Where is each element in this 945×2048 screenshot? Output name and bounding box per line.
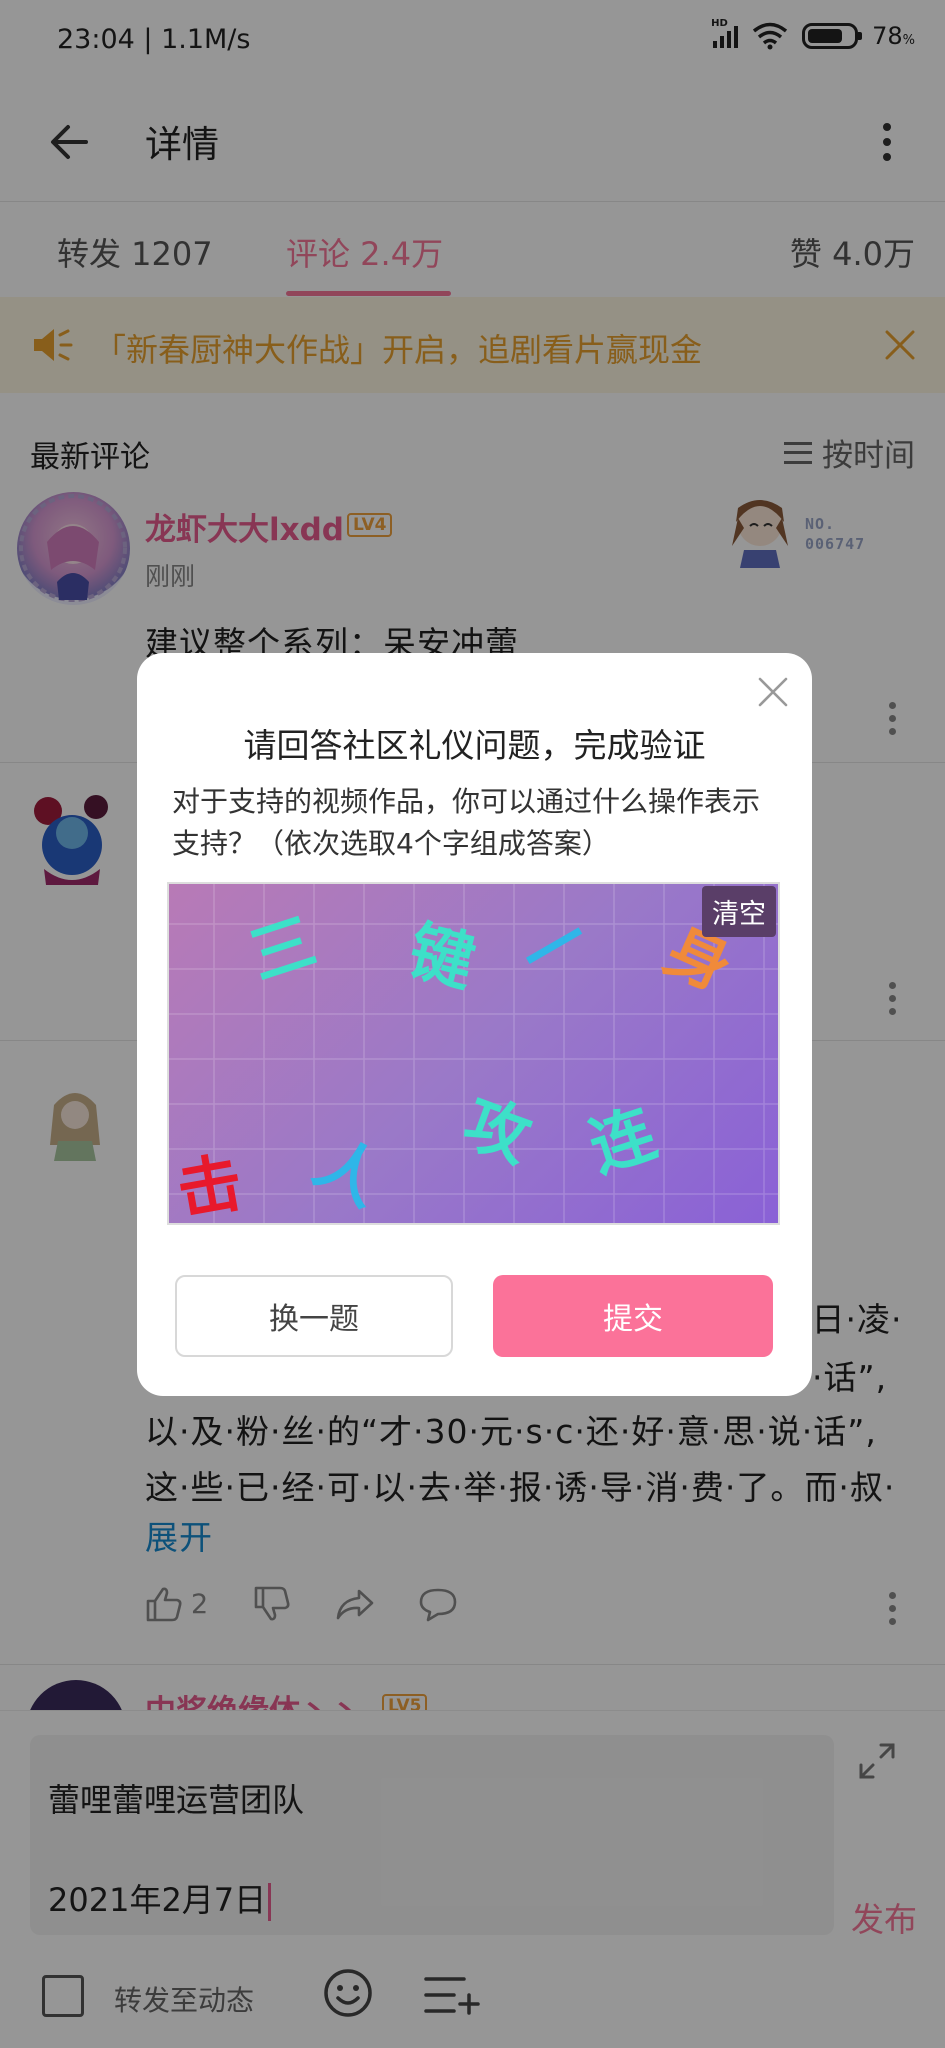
submit-button[interactable]: 提交 (493, 1275, 773, 1357)
close-icon[interactable] (756, 675, 790, 709)
captcha-image[interactable]: 三 键 一 身 击 人 攻 连 清空 (167, 882, 780, 1225)
dialog-question: 对于支持的视频作品，你可以通过什么操作表示支持？（依次选取4个字组成答案） (172, 785, 761, 860)
change-question-button[interactable]: 换一题 (175, 1275, 453, 1357)
dialog-title: 请回答社区礼仪问题，完成验证 (243, 726, 706, 765)
clear-button[interactable]: 清空 (702, 886, 776, 937)
verification-dialog: 请回答社区礼仪问题，完成验证 对于支持的视频作品，你可以通过什么操作表示支持？（… (137, 653, 812, 1396)
